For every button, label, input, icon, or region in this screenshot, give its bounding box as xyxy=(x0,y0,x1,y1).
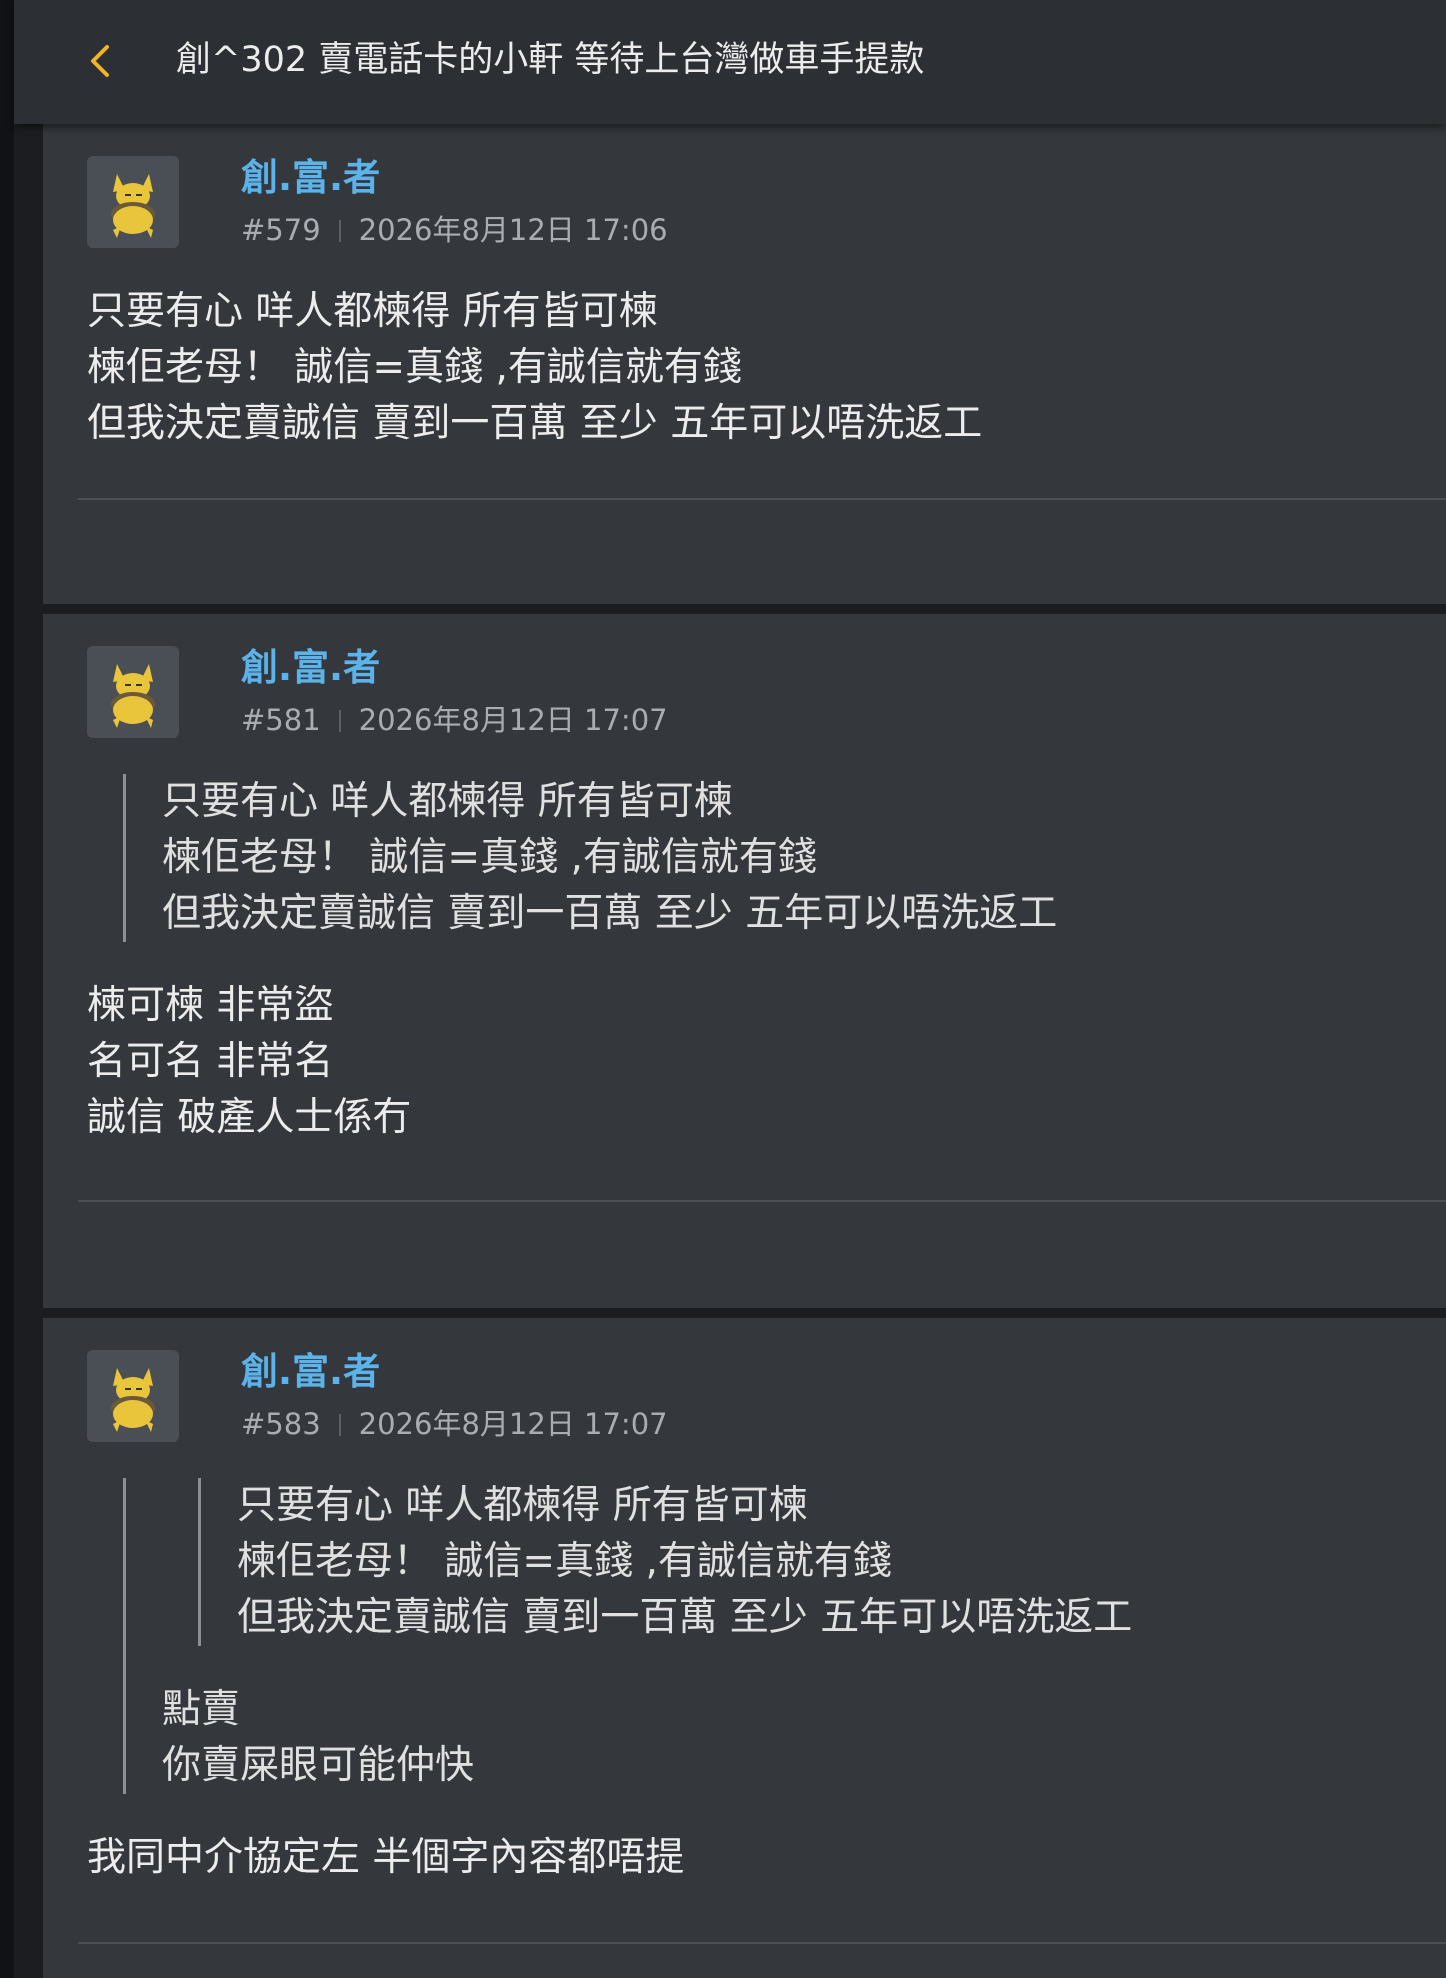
username[interactable]: 創.富.者 xyxy=(241,156,380,200)
quote-line: 點賣 xyxy=(162,1687,241,1732)
post-number: #579 xyxy=(241,213,321,247)
post-content: 只要有心 咩人都楝得 所有皆可楝 楝佢老母！ 誠信=真錢 ,有誠信就有錢 但我決… xyxy=(87,284,1446,452)
thread-title: 創^302 賣電話卡的小軒 等待上台灣做車手提款 xyxy=(176,40,925,80)
post-583: 創.富.者 #583 2026年8月12日 17:07 只要有心 咩人都楝得 所有… xyxy=(43,1318,1446,1978)
post-content: 只要有心 咩人都楝得 所有皆可楝 楝佢老母！ 誠信=真錢 ,有誠信就有錢 但我決… xyxy=(87,774,1446,1146)
body-line: 但我決定賣誠信 賣到一百萬 至少 五年可以唔洗返工 xyxy=(87,401,983,446)
body-line: 誠信 破產人士係冇 xyxy=(87,1095,412,1140)
avatar[interactable] xyxy=(87,1350,179,1442)
post-header: 創.富.者 #583 2026年8月12日 17:07 xyxy=(87,1350,987,1442)
body-line: 我同中介協定左 半個字內容都唔提 xyxy=(87,1835,685,1880)
post-timestamp: 2026年8月12日 17:07 xyxy=(358,1407,668,1441)
quote-line: 楝佢老母！ 誠信=真錢 ,有誠信就有錢 xyxy=(162,835,817,880)
quote-line: 楝佢老母！ 誠信=真錢 ,有誠信就有錢 xyxy=(237,1539,892,1584)
post-meta: #579 2026年8月12日 17:06 xyxy=(241,212,668,248)
quote-line: 你賣屎眼可能仲快 xyxy=(162,1743,475,1788)
avatar[interactable] xyxy=(87,156,179,248)
body-line: 楝可楝 非常盜 xyxy=(87,983,334,1028)
quote-line: 但我決定賣誠信 賣到一百萬 至少 五年可以唔洗返工 xyxy=(162,891,1058,936)
username[interactable]: 創.富.者 xyxy=(241,646,380,690)
meta-separator xyxy=(338,1414,341,1436)
background-edge xyxy=(0,0,14,1978)
post-divider xyxy=(78,1942,1446,1944)
post-number: #581 xyxy=(241,703,321,737)
quote-line: 只要有心 咩人都楝得 所有皆可楝 xyxy=(237,1483,808,1528)
quote-block: 只要有心 咩人都楝得 所有皆可楝 楝佢老母！ 誠信=真錢 ,有誠信就有錢 但我決… xyxy=(123,774,1446,942)
back-button[interactable] xyxy=(74,32,128,90)
post-divider xyxy=(78,1200,1446,1202)
body-line: 名可名 非常名 xyxy=(87,1039,334,1084)
avatar[interactable] xyxy=(87,646,179,738)
body-line: 楝佢老母！ 誠信=真錢 ,有誠信就有錢 xyxy=(87,345,742,390)
post-timestamp: 2026年8月12日 17:06 xyxy=(358,213,668,247)
top-bar: 創^302 賣電話卡的小軒 等待上台灣做車手提款 xyxy=(14,0,1446,124)
post-meta: #583 2026年8月12日 17:07 xyxy=(241,1406,668,1442)
post-content: 只要有心 咩人都楝得 所有皆可楝 楝佢老母！ 誠信=真錢 ,有誠信就有錢 但我決… xyxy=(87,1478,1446,1886)
pokemon-abra-avatar-icon xyxy=(87,646,179,738)
post-581: 創.富.者 #581 2026年8月12日 17:07 只要有心 咩人都楝得 所有… xyxy=(43,614,1446,1308)
quote-block: 只要有心 咩人都楝得 所有皆可楝 楝佢老母！ 誠信=真錢 ,有誠信就有錢 但我決… xyxy=(123,1478,1446,1794)
post-header: 創.富.者 #581 2026年8月12日 17:07 xyxy=(87,646,987,738)
post-number: #583 xyxy=(241,1407,321,1441)
chevron-left-icon xyxy=(91,45,109,77)
post-divider xyxy=(78,498,1446,500)
pokemon-abra-avatar-icon xyxy=(87,156,179,248)
meta-separator xyxy=(338,710,341,732)
post-meta: #581 2026年8月12日 17:07 xyxy=(241,702,668,738)
nested-quote-block: 只要有心 咩人都楝得 所有皆可楝 楝佢老母！ 誠信=真錢 ,有誠信就有錢 但我決… xyxy=(198,1478,1446,1646)
meta-separator xyxy=(338,220,341,242)
quote-line: 只要有心 咩人都楝得 所有皆可楝 xyxy=(162,779,733,824)
quote-line: 但我決定賣誠信 賣到一百萬 至少 五年可以唔洗返工 xyxy=(237,1595,1133,1640)
post-579: 創.富.者 #579 2026年8月12日 17:06 只要有心 咩人都楝得 所有… xyxy=(43,124,1446,604)
username[interactable]: 創.富.者 xyxy=(241,1350,380,1394)
post-header: 創.富.者 #579 2026年8月12日 17:06 xyxy=(87,156,987,248)
body-line: 只要有心 咩人都楝得 所有皆可楝 xyxy=(87,289,658,334)
post-timestamp: 2026年8月12日 17:07 xyxy=(358,703,668,737)
pokemon-abra-avatar-icon xyxy=(87,1350,179,1442)
